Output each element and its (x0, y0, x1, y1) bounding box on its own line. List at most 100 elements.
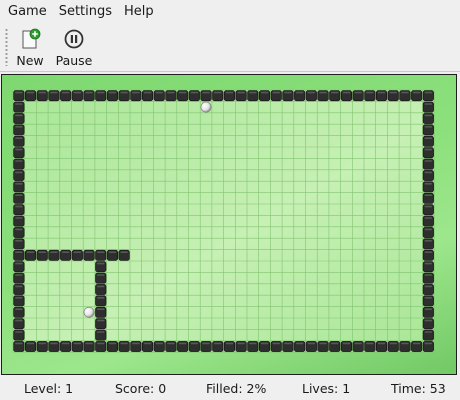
status-bar: Level: 1 Score: 0 Filled: 2% Lives: 1 Ti… (0, 377, 460, 400)
wall-block-highlight (61, 342, 70, 345)
wall-block-highlight (108, 91, 117, 94)
wall-block-highlight (295, 342, 304, 345)
wall-block-highlight (120, 251, 128, 253)
wall-block-highlight (26, 342, 35, 345)
wall-block-highlight (424, 137, 433, 139)
menu-settings[interactable]: Settings (55, 0, 116, 23)
score-status: Score: 0 (115, 381, 167, 396)
wall-block-highlight (424, 114, 433, 117)
wall-block-highlight (178, 342, 187, 345)
game-board[interactable] (1, 74, 457, 375)
wall-block-highlight (424, 285, 433, 288)
wall-block-highlight (97, 251, 105, 253)
wall-block-highlight (120, 342, 128, 345)
wall-block-highlight (97, 262, 105, 265)
wall-block-highlight (202, 342, 210, 345)
wall-block-highlight (424, 217, 433, 219)
wall-block-highlight (143, 91, 152, 94)
wall-block-highlight (15, 342, 23, 345)
menubar: Game Settings Help (0, 0, 460, 23)
pause-label: Pause (55, 53, 93, 68)
wall-block-highlight (366, 91, 374, 94)
ball (83, 306, 95, 318)
wall-block-highlight (225, 91, 234, 94)
wall-block-highlight (15, 228, 23, 231)
wall-block-highlight (389, 91, 397, 94)
wall-block-highlight (178, 91, 187, 94)
wall-block-highlight (284, 91, 292, 94)
game-field[interactable] (2, 75, 456, 374)
wall-block-highlight (249, 342, 257, 345)
toolbar-grip-handle[interactable] (5, 28, 8, 66)
lives-status: Lives: 1 (302, 381, 351, 396)
wall-block-highlight (73, 342, 82, 345)
wall-block-highlight (97, 308, 105, 310)
new-game-button[interactable]: New (14, 28, 46, 68)
wall-block-highlight (237, 342, 245, 345)
wall-block-highlight (401, 342, 409, 345)
menu-help[interactable]: Help (120, 0, 158, 23)
wall-block-highlight (295, 91, 304, 94)
wall-block-highlight (424, 126, 433, 128)
wall-block-highlight (167, 91, 175, 94)
wall-block-highlight (15, 194, 23, 196)
wall-block-highlight (424, 91, 433, 94)
wall-block-highlight (214, 342, 222, 345)
wall-block-highlight (15, 137, 23, 139)
wall-block-highlight (15, 297, 23, 299)
wall-block-highlight (97, 331, 105, 333)
time-status: Time: 53 (391, 381, 446, 396)
wall-block-highlight (319, 342, 327, 345)
pause-button[interactable]: Pause (53, 28, 95, 68)
wall-block-highlight (190, 91, 199, 94)
wall-block-highlight (260, 342, 269, 345)
wall-block-highlight (108, 342, 117, 345)
wall-block-highlight (424, 274, 433, 276)
wall-block-highlight (15, 205, 23, 208)
wall-block-highlight (38, 91, 46, 94)
wall-block-highlight (272, 91, 280, 94)
filled-status: Filled: 2% (206, 381, 267, 396)
wall-block-highlight (15, 126, 23, 128)
menu-help-label: Help (124, 4, 154, 19)
wall-block-highlight (85, 91, 93, 94)
wall-block-highlight (15, 91, 23, 94)
wall-block-highlight (97, 274, 105, 276)
wall-block-highlight (97, 91, 105, 94)
wall-block-highlight (15, 262, 23, 265)
wall-block-highlight (15, 331, 23, 333)
wall-block-highlight (412, 342, 421, 345)
wall-block-highlight (202, 91, 210, 94)
wall-block-highlight (424, 171, 433, 174)
wall-block-highlight (424, 205, 433, 208)
wall-block-highlight (272, 342, 280, 345)
wall-block-highlight (50, 91, 58, 94)
wall-block-highlight (73, 91, 82, 94)
wall-block-highlight (15, 308, 23, 310)
wall-block-highlight (307, 342, 316, 345)
wall-block-highlight (108, 251, 117, 253)
new-document-icon (22, 28, 41, 49)
level-status: Level: 1 (24, 381, 74, 396)
wall-block-highlight (97, 285, 105, 288)
wall-block-highlight (73, 251, 82, 253)
wall-block-highlight (15, 285, 23, 288)
wall-block-highlight (412, 91, 421, 94)
wall-block-highlight (284, 342, 292, 345)
wall-block-highlight (38, 251, 46, 253)
wall-block-highlight (424, 297, 433, 299)
wall-block-highlight (389, 342, 397, 345)
wall-block-highlight (401, 91, 409, 94)
wall-block-highlight (120, 91, 128, 94)
wall-block-highlight (15, 183, 23, 185)
wall-block-highlight (15, 103, 23, 105)
wall-block-highlight (237, 91, 245, 94)
ball (200, 101, 212, 113)
wall-block-highlight (424, 228, 433, 231)
wall-block-highlight (26, 91, 35, 94)
wall-block-highlight (424, 103, 433, 105)
wall-block-highlight (225, 342, 234, 345)
wall-block-highlight (15, 171, 23, 174)
toolbar: New Pause (0, 23, 460, 72)
menu-game[interactable]: Game (4, 0, 51, 23)
